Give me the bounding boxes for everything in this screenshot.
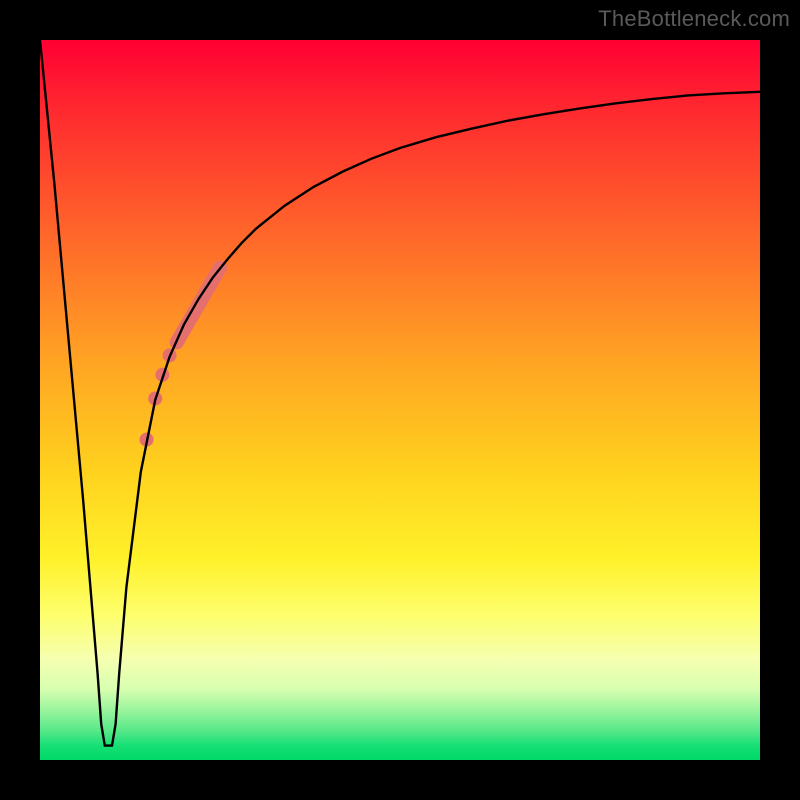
- attribution-text: TheBottleneck.com: [598, 6, 790, 32]
- chart-svg: [40, 40, 760, 760]
- plot-area: [40, 40, 760, 760]
- highlight-segment: [177, 268, 220, 343]
- chart-frame: TheBottleneck.com: [0, 0, 800, 800]
- bottleneck-curve: [40, 40, 760, 746]
